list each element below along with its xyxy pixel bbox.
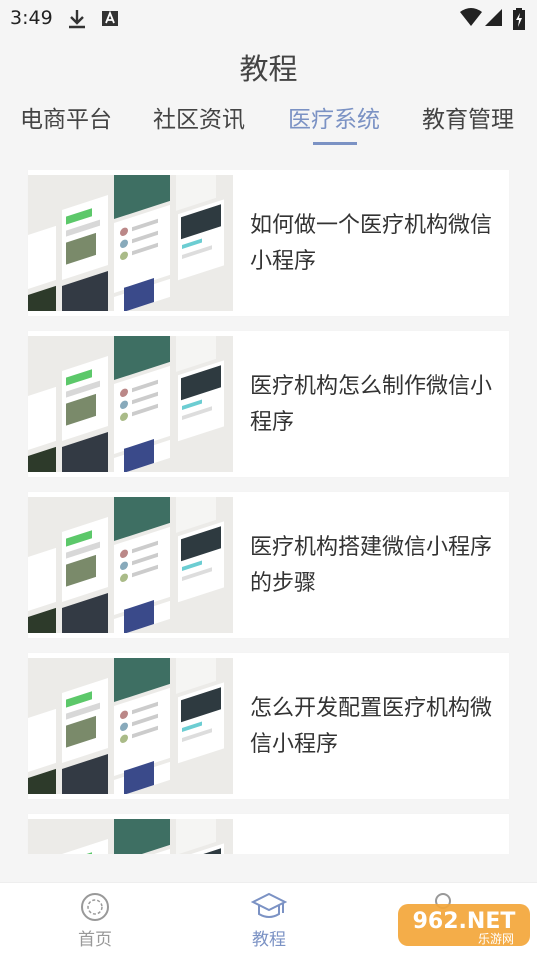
tab-medical[interactable]: 医疗系统	[288, 100, 380, 134]
article-card-partial[interactable]	[28, 814, 509, 854]
article-card[interactable]: 医疗机构搭建微信小程序的步骤	[28, 492, 509, 638]
article-thumbnail	[28, 175, 233, 311]
article-title: 医疗机构怎么制作微信小程序	[250, 374, 493, 435]
watermark-subtext: 乐游网	[478, 932, 514, 946]
article-thumbnail	[28, 497, 233, 633]
signal-icon	[484, 8, 504, 33]
wifi-icon	[460, 8, 482, 33]
battery-icon	[512, 8, 526, 35]
nav-tutorial-label: 教程	[252, 930, 286, 950]
watermark-text: 962.NET	[413, 909, 516, 934]
article-title: 医疗机构搭建微信小程序的步骤	[250, 535, 493, 596]
article-title: 怎么开发配置医疗机构微信小程序	[250, 696, 493, 757]
nav-tutorial[interactable]: 教程	[214, 883, 324, 957]
tab-education[interactable]: 教育管理	[422, 100, 514, 134]
article-card[interactable]: 医疗机构怎么制作微信小程序	[28, 331, 509, 477]
home-icon	[77, 891, 113, 923]
article-list[interactable]: 如何做一个医疗机构微信小程序 医疗机构怎么制作微信小程序 医疗机构搭建微信小程序…	[9, 170, 528, 854]
article-thumbnail	[28, 819, 233, 854]
status-time: 3:49	[10, 7, 53, 29]
site-watermark: 962.NET 乐游网	[396, 898, 532, 950]
nav-home-label: 首页	[78, 930, 112, 950]
active-tab-indicator	[313, 142, 357, 145]
category-tabs: 电商平台 社区资讯 医疗系统 教育管理	[0, 96, 537, 152]
tab-community[interactable]: 社区资讯	[153, 100, 245, 134]
article-title: 如何做一个医疗机构微信小程序	[250, 213, 493, 274]
nav-home[interactable]: 首页	[40, 883, 150, 957]
font-badge-icon	[100, 8, 120, 33]
tab-ecommerce[interactable]: 电商平台	[20, 100, 112, 134]
page-title: 教程	[239, 52, 298, 86]
article-card[interactable]: 如何做一个医疗机构微信小程序	[28, 170, 509, 316]
mortarboard-icon	[250, 891, 288, 923]
article-card[interactable]: 怎么开发配置医疗机构微信小程序	[28, 653, 509, 799]
download-icon	[66, 8, 88, 35]
article-thumbnail	[28, 336, 233, 472]
article-thumbnail	[28, 658, 233, 794]
status-bar: 3:49	[0, 0, 537, 36]
